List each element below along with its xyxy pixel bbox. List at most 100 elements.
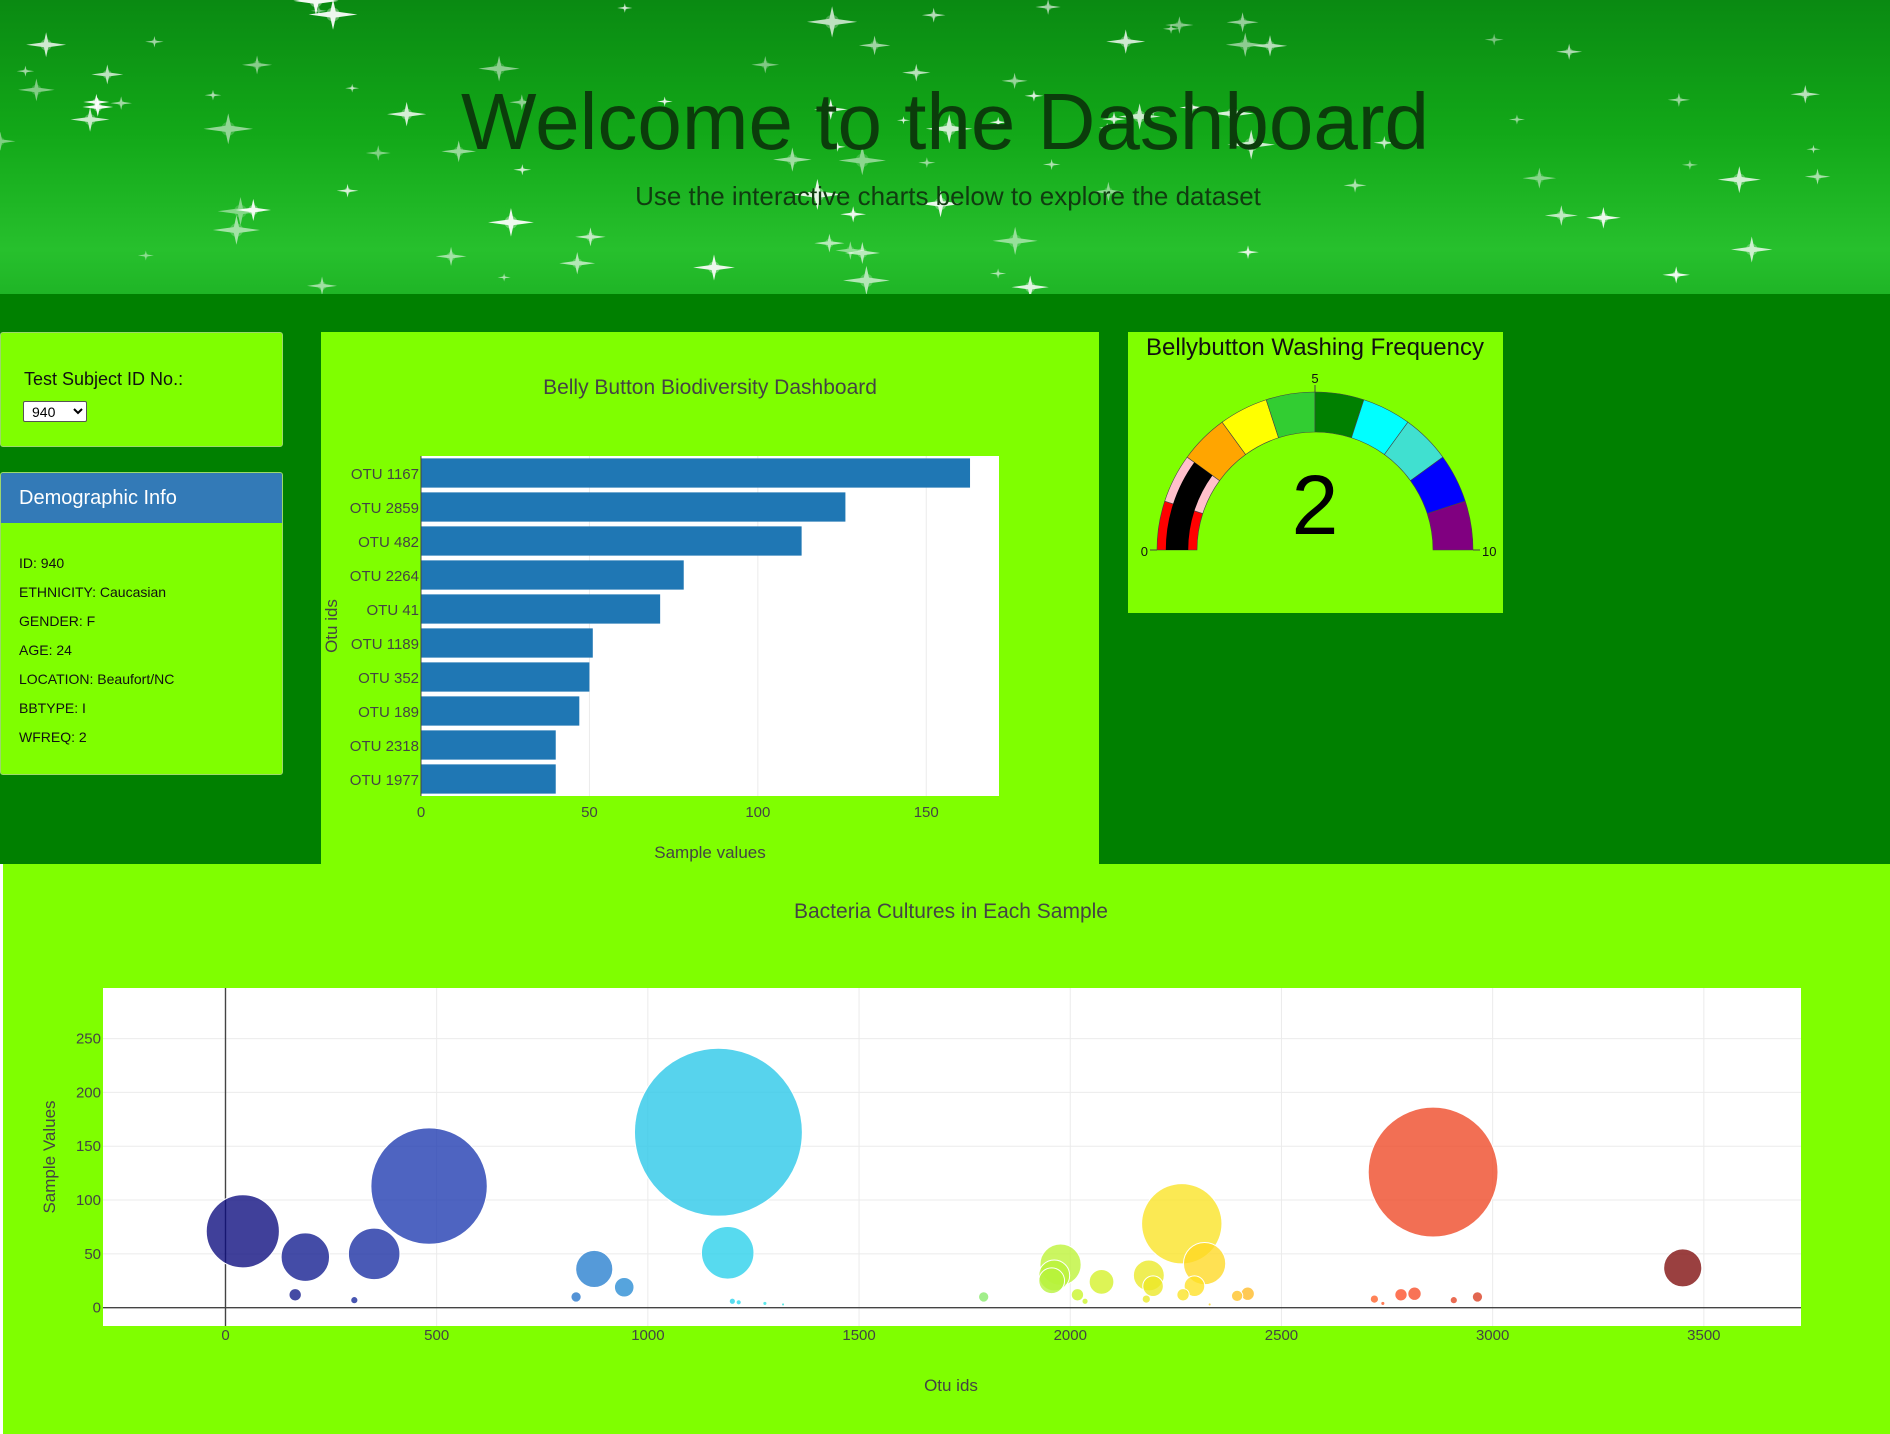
bubble-point[interactable] xyxy=(978,1291,990,1303)
bubble-point[interactable] xyxy=(700,1226,755,1280)
bubble-point[interactable] xyxy=(1369,1294,1380,1304)
gauge-panel: Bellybutton Washing Frequency 0 5 10 2 xyxy=(1128,332,1503,613)
bubble-point[interactable] xyxy=(1141,1294,1151,1304)
bar-mark[interactable] xyxy=(421,730,556,760)
bubble-point[interactable] xyxy=(1240,1286,1255,1301)
bubble-point[interactable] xyxy=(280,1232,331,1282)
bubble-point[interactable] xyxy=(570,1291,582,1303)
sparkle-icon xyxy=(488,208,534,237)
sparkle-icon xyxy=(1106,29,1146,54)
bar-chart-title: Belly Button Biodiversity Dashboard xyxy=(543,376,877,399)
sparkle-icon xyxy=(1237,245,1259,259)
sparkle-icon xyxy=(212,215,261,245)
bubble-y-tick-label: 100 xyxy=(76,1192,101,1209)
subject-id-dropdown[interactable]: 940 xyxy=(23,401,87,422)
bar-category-label: OTU 189 xyxy=(358,704,419,721)
sparkle-icon xyxy=(751,56,780,74)
demographic-item-ethnicity: ETHNICITY: Caucasian xyxy=(19,584,167,600)
sparkle-icon xyxy=(1252,35,1288,57)
sparkle-icon xyxy=(1225,32,1265,57)
bubble-point[interactable] xyxy=(728,1297,736,1305)
bubble-point[interactable] xyxy=(288,1288,302,1302)
bubble-point[interactable] xyxy=(1394,1288,1408,1302)
bar-mark[interactable] xyxy=(421,458,971,488)
sparkle-icon xyxy=(693,254,735,281)
bubble-point[interactable] xyxy=(735,1299,742,1306)
sparkle-icon xyxy=(307,276,337,294)
bubble-x-tick-label: 3500 xyxy=(1687,1327,1720,1344)
bubble-point[interactable] xyxy=(205,1194,280,1269)
sparkle-icon xyxy=(1662,266,1690,284)
bubble-point[interactable] xyxy=(1449,1296,1458,1305)
bubble-point[interactable] xyxy=(1176,1288,1190,1302)
bubble-y-tick-label: 0 xyxy=(93,1300,101,1317)
bar-category-label: OTU 41 xyxy=(366,602,419,619)
bar-y-axis-title: Otu ids xyxy=(322,599,341,653)
sparkle-icon xyxy=(843,265,890,294)
bubble-chart[interactable]: Bacteria Cultures in Each Sample 0 500 100… xyxy=(3,864,1890,1434)
bubble-y-tick-label: 200 xyxy=(76,1084,101,1101)
bubble-point[interactable] xyxy=(575,1249,614,1288)
bubble-y-tick-label: 150 xyxy=(76,1138,101,1155)
bubble-point[interactable] xyxy=(1230,1289,1244,1303)
bar-category-label: OTU 1189 xyxy=(351,636,419,653)
demographic-item-id: ID: 940 xyxy=(19,555,65,571)
bar-category-label: OTU 2859 xyxy=(350,500,419,517)
bar-x-axis-title: Sample values xyxy=(654,843,766,862)
gauge-title: Bellybutton Washing Frequency xyxy=(1146,334,1484,361)
demographic-item-wfreq: WFREQ: 2 xyxy=(19,729,87,745)
bubble-point[interactable] xyxy=(1407,1286,1422,1301)
sparkle-icon xyxy=(1731,236,1773,263)
bar-category-label: OTU 1977 xyxy=(350,772,419,789)
bubble-chart-panel: Bacteria Cultures in Each Sample 0 500 100… xyxy=(3,864,1890,1434)
demographic-item-location: LOCATION: Beaufort/NC xyxy=(19,671,175,687)
bubble-point[interactable] xyxy=(1207,1302,1212,1307)
bar-mark[interactable] xyxy=(421,560,684,590)
page-title: Welcome to the Dashboard xyxy=(461,77,1429,166)
gauge-chart[interactable]: Bellybutton Washing Frequency 0 5 10 2 xyxy=(1128,332,1503,613)
bar-mark[interactable] xyxy=(421,662,590,692)
bar-category-label: OTU 352 xyxy=(358,670,419,687)
bubble-point[interactable] xyxy=(1081,1297,1089,1305)
bar-mark[interactable] xyxy=(421,764,556,794)
sparkle-icon xyxy=(858,35,891,56)
header-banner: Welcome to the Dashboard Use the interac… xyxy=(0,0,1890,294)
bubble-point[interactable] xyxy=(1367,1106,1499,1238)
sparkle-icon xyxy=(1226,12,1259,33)
bar-category-label: OTU 2264 xyxy=(350,568,419,585)
bar-category-label: OTU 482 xyxy=(358,534,419,551)
bar-mark[interactable] xyxy=(421,492,846,522)
bubble-point[interactable] xyxy=(1038,1267,1066,1295)
bubble-point[interactable] xyxy=(633,1047,803,1217)
bubble-point[interactable] xyxy=(1471,1291,1484,1303)
bubble-point[interactable] xyxy=(1663,1248,1703,1288)
bubble-point[interactable] xyxy=(762,1300,768,1306)
bar-x-tick-label: 150 xyxy=(914,804,939,821)
bubble-point[interactable] xyxy=(350,1296,359,1305)
demographic-panel: Demographic Info ID: 940 ETHNICITY: Cauc… xyxy=(0,472,283,775)
bubble-point[interactable] xyxy=(1088,1269,1115,1295)
bubble-point[interactable] xyxy=(347,1227,401,1281)
bubble-x-tick-label: 1500 xyxy=(842,1327,875,1344)
demographic-list: ID: 940 ETHNICITY: Caucasian GENDER: F A… xyxy=(1,523,282,758)
bubble-y-axis-title: Sample Values xyxy=(40,1100,59,1213)
gauge-tick-label: 0 xyxy=(1141,544,1148,559)
demographic-heading: Demographic Info xyxy=(1,473,282,523)
sparkle-icon xyxy=(497,273,511,282)
dashboard-page: Welcome to the Dashboard Use the interac… xyxy=(0,0,1890,1434)
bubble-x-tick-label: 2000 xyxy=(1054,1327,1087,1344)
bar-mark[interactable] xyxy=(421,526,802,556)
bar-mark[interactable] xyxy=(421,594,661,624)
bubble-point[interactable] xyxy=(613,1276,635,1298)
sparkle-icon xyxy=(1011,275,1049,294)
bar-chart[interactable]: Belly Button Biodiversity Dashboard OTU … xyxy=(321,332,1099,864)
bubble-point[interactable] xyxy=(1070,1288,1085,1302)
subject-select-label: Test Subject ID No.: xyxy=(24,369,184,389)
bubble-point[interactable] xyxy=(1380,1300,1386,1306)
bubble-point[interactable] xyxy=(1142,1275,1164,1297)
bar-mark[interactable] xyxy=(421,696,580,726)
bubble-x-tick-label: 1000 xyxy=(631,1327,664,1344)
bubble-point[interactable] xyxy=(370,1127,488,1245)
bubble-point[interactable] xyxy=(780,1302,786,1307)
bar-mark[interactable] xyxy=(421,628,593,658)
